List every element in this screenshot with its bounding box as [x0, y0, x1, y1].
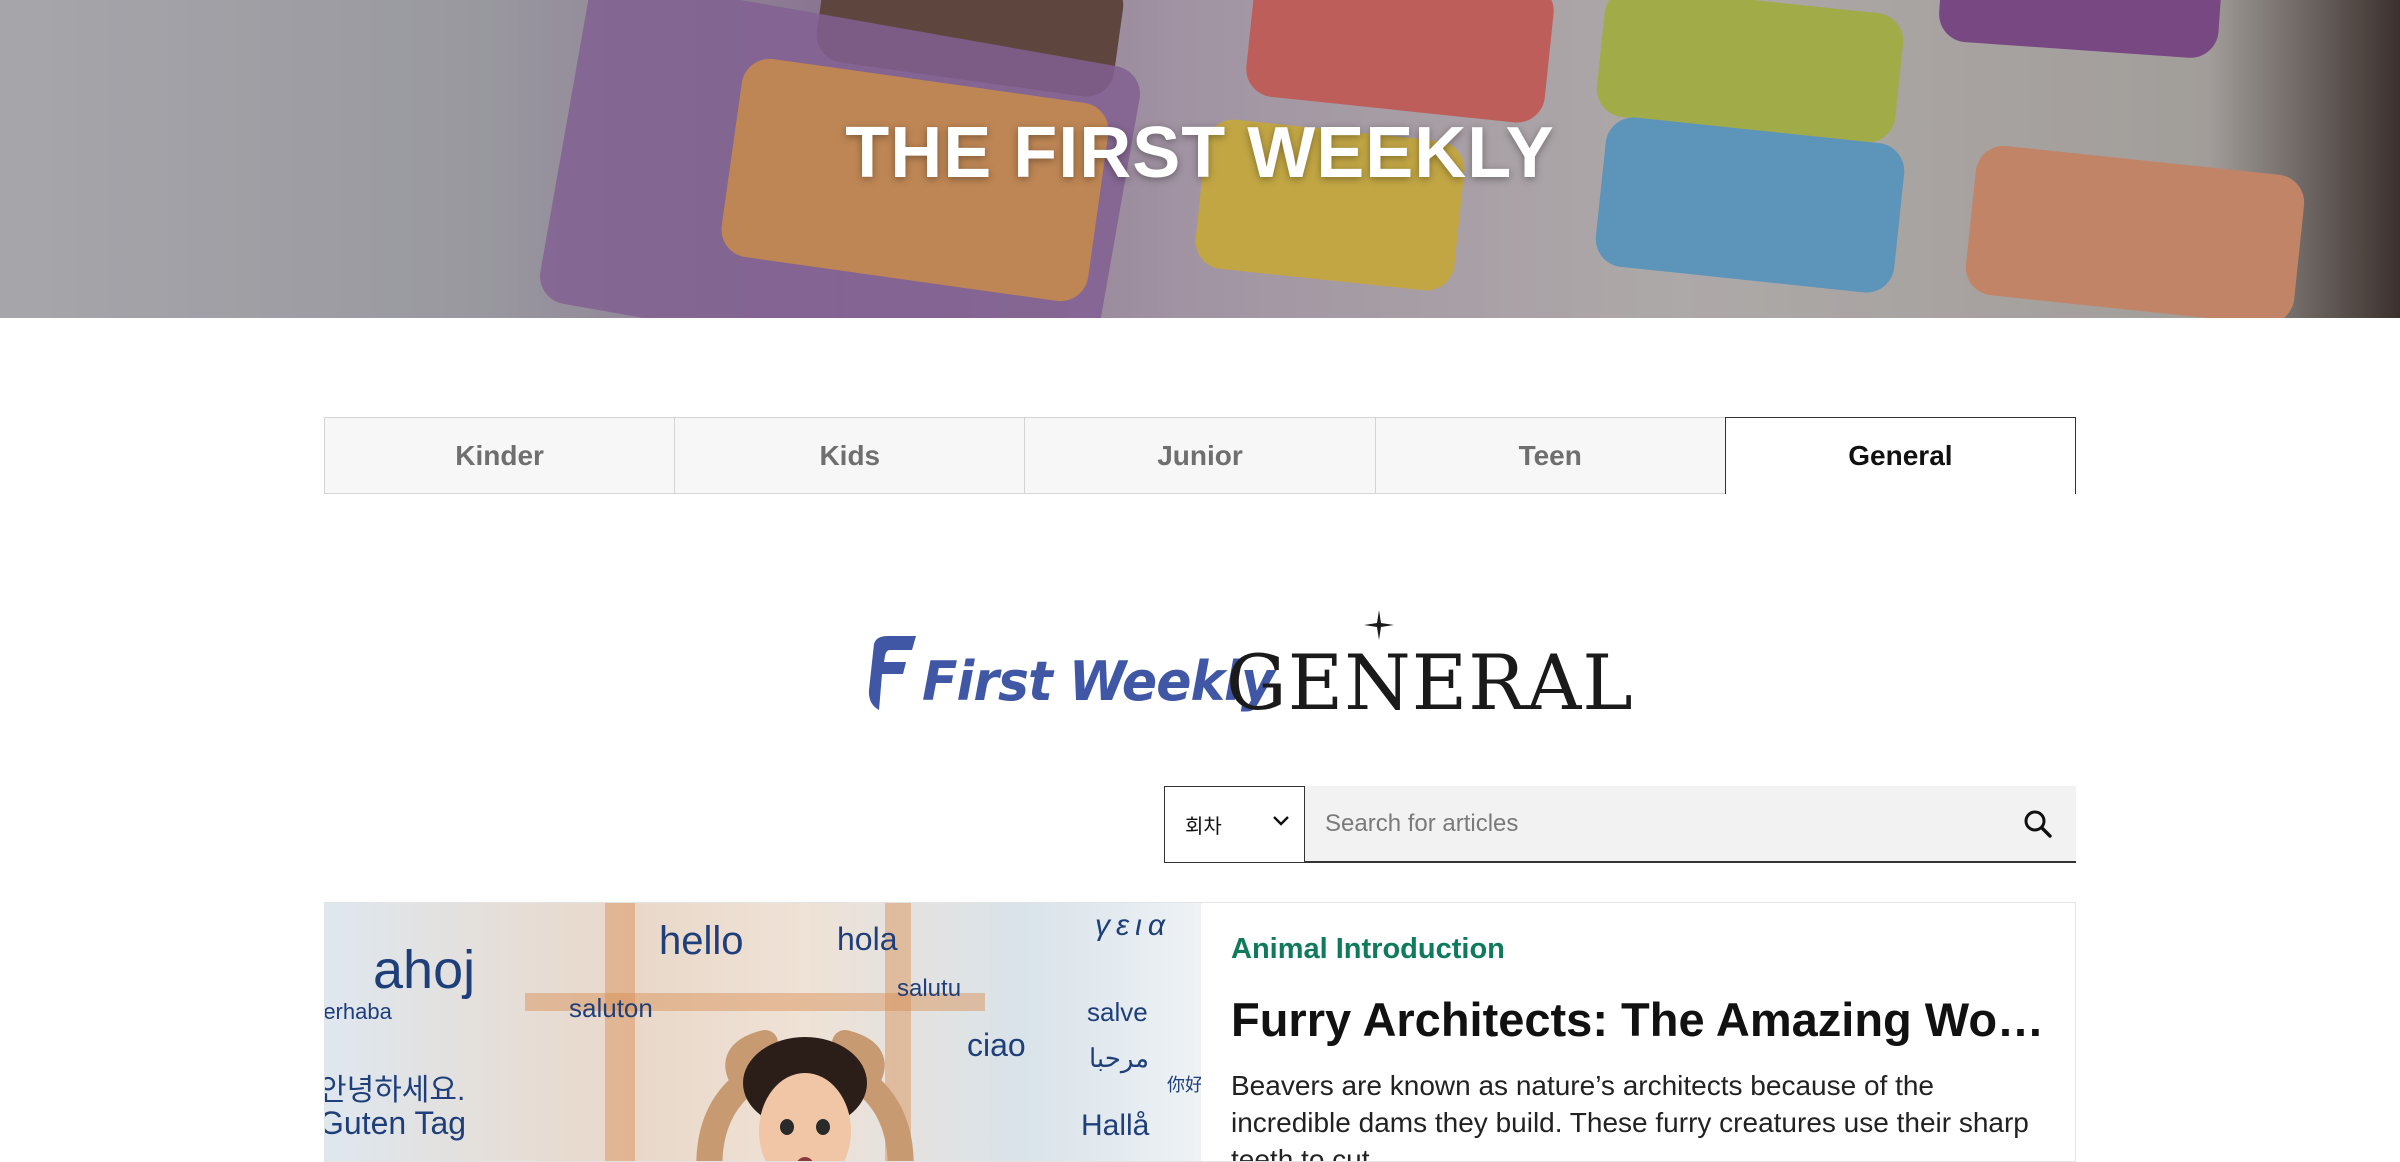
site-title: THE FIRST WEEKLY — [845, 113, 1555, 193]
thumbnail-word: hola — [837, 921, 898, 957]
tab-teen[interactable]: Teen — [1374, 417, 1725, 494]
search-icon[interactable] — [2022, 808, 2054, 840]
brand-edition-name: GENERAL — [1226, 638, 1634, 727]
search-field — [1305, 786, 2076, 863]
surprised-woman-illustration — [696, 1030, 914, 1161]
thumbnail-word: saluton — [569, 993, 653, 1023]
first-weekly-f-logo-icon — [868, 636, 916, 710]
edition-tabs: Kinder Kids Junior Teen General — [324, 417, 2077, 494]
thumbnail-word: Hallå — [1081, 1109, 1150, 1142]
edition-logo: First Weekly GENERAL — [866, 608, 1633, 727]
sparkle-icon — [1364, 610, 1394, 640]
tab-kinder[interactable]: Kinder — [324, 417, 675, 494]
thumbnail-word: ahoj — [373, 940, 476, 1000]
thumbnail-word: 안녕하세요. — [325, 1074, 466, 1107]
article-search: 회차 — [1164, 786, 2076, 863]
tab-general[interactable]: General — [1724, 417, 2077, 494]
article-excerpt: Beavers are known as nature’s architects… — [1231, 1070, 2029, 1162]
thumbnail-word: Guten Tag — [325, 1105, 467, 1141]
thumbnail-word: γεια — [1095, 909, 1171, 942]
article-category[interactable]: Animal Introduction — [1231, 933, 2051, 966]
thumbnail-window-frame — [605, 903, 635, 1161]
article-body: Animal Introduction Furry Architects: Th… — [1231, 933, 2051, 1162]
thumbnail-word: مرحبا — [1089, 1043, 1150, 1073]
thumbnail-word: 你好 — [1167, 1075, 1201, 1095]
article-title[interactable]: Furry Architects: The Amazing World of B… — [1231, 992, 2051, 1047]
thumbnail-word: ciao — [967, 1027, 1026, 1063]
thumbnail-word: merhaba — [325, 999, 392, 1024]
brand-wordmark: First Weekly — [922, 650, 1275, 714]
article-card[interactable]: ahoj hello hola salutu saluton ciao salv… — [324, 902, 2076, 1162]
tab-junior[interactable]: Junior — [1024, 417, 1375, 494]
article-thumbnail[interactable]: ahoj hello hola salutu saluton ciao salv… — [325, 903, 1201, 1161]
issue-select-value: 회차 — [1185, 816, 1222, 838]
thumbnail-word: hello — [659, 919, 744, 963]
hero-banner: THE FIRST WEEKLY — [0, 0, 2400, 318]
issue-select[interactable]: 회차 — [1164, 786, 1305, 863]
tab-kids[interactable]: Kids — [674, 417, 1025, 494]
search-input[interactable] — [1305, 786, 2076, 861]
chevron-down-icon — [1273, 816, 1289, 826]
thumbnail-word: salve — [1087, 997, 1148, 1027]
thumbnail-word: salutu — [897, 975, 962, 1002]
